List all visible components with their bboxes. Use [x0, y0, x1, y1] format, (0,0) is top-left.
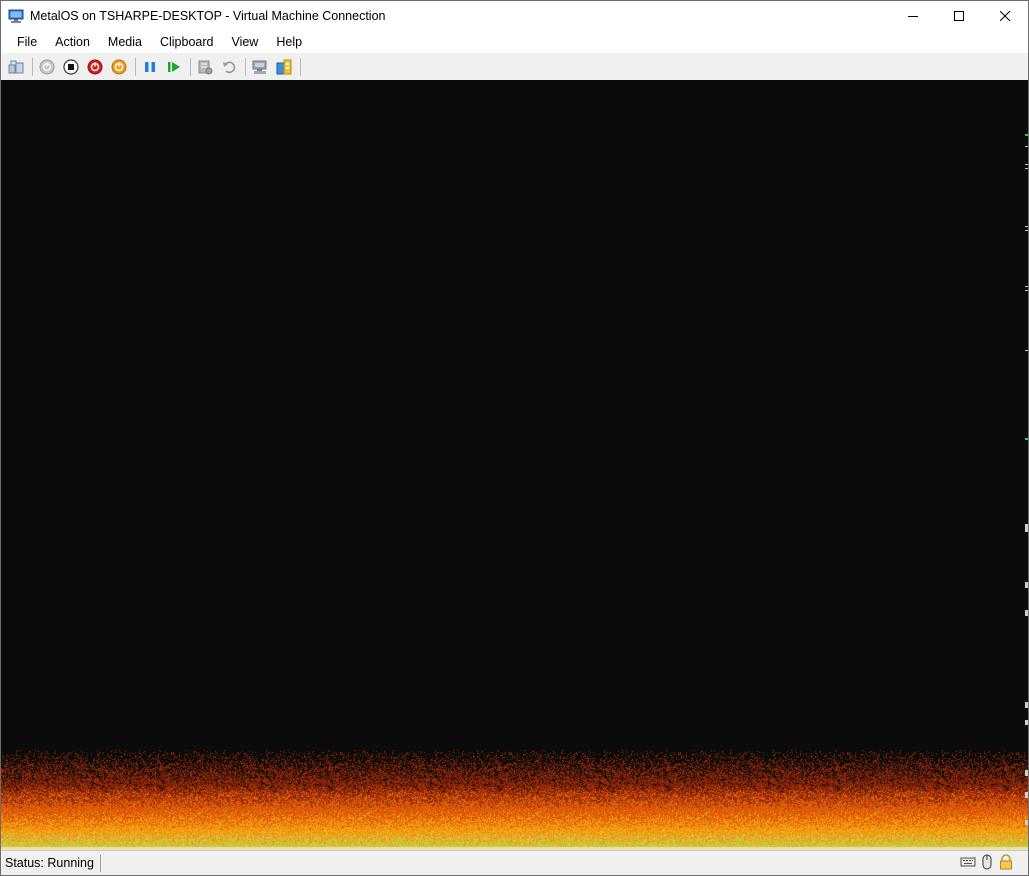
menu-view[interactable]: View: [222, 32, 267, 52]
ctrl-alt-del-icon: [8, 60, 24, 73]
revert-button[interactable]: [218, 56, 240, 78]
toolbar-separator: [190, 57, 191, 76]
resume-icon: [168, 61, 180, 72]
minimize-button[interactable]: [890, 1, 936, 31]
turn-off-button[interactable]: [60, 56, 82, 78]
title-bar[interactable]: MetalOS on TSHARPE-DESKTOP - Virtual Mac…: [1, 1, 1028, 31]
start-button[interactable]: [36, 56, 58, 78]
ctrl-alt-del-button[interactable]: [5, 56, 27, 78]
checkpoint-icon: [198, 60, 213, 74]
shut-down-button[interactable]: [84, 56, 106, 78]
save-icon: [111, 59, 127, 74]
share-icon: [276, 59, 292, 74]
start-icon: [39, 59, 55, 74]
save-button[interactable]: [108, 56, 130, 78]
pause-icon: [145, 61, 155, 72]
share-button[interactable]: [273, 56, 295, 78]
menu-action[interactable]: Action: [46, 32, 99, 52]
window-title: MetalOS on TSHARPE-DESKTOP - Virtual Mac…: [30, 9, 386, 23]
turn-off-icon: [63, 58, 79, 75]
menu-file[interactable]: File: [8, 32, 46, 52]
toolbar-separator: [245, 57, 246, 76]
revert-icon: [223, 61, 236, 73]
resume-button[interactable]: [163, 56, 185, 78]
menu-bar: File Action Media Clipboard View Help: [1, 31, 1028, 53]
status-bar: Status: Running: [1, 850, 1028, 875]
enhanced-session-button[interactable]: [249, 56, 271, 78]
toolbar-separator: [32, 57, 33, 76]
menu-help[interactable]: Help: [267, 32, 311, 52]
lock-icon: [998, 854, 1014, 870]
shut-down-icon: [87, 59, 103, 74]
close-icon: [1000, 11, 1010, 21]
toolbar-separator: [135, 57, 136, 76]
enhanced-session-icon: [252, 60, 267, 74]
close-button[interactable]: [982, 1, 1028, 31]
vm-connection-app-icon: [8, 8, 24, 24]
pause-button[interactable]: [139, 56, 161, 78]
toolbar: [1, 53, 1028, 80]
toolbar-separator: [300, 57, 301, 76]
menu-clipboard[interactable]: Clipboard: [151, 32, 223, 52]
menu-media[interactable]: Media: [99, 32, 151, 52]
maximize-button[interactable]: [936, 1, 982, 31]
vm-display[interactable]: [1, 80, 1028, 850]
fire-animation: [1, 80, 1028, 850]
vm-status-text: Status: Running: [1, 854, 101, 872]
keyboard-icon: [960, 854, 976, 870]
minimize-icon: [908, 16, 918, 17]
display-edge-artifacts: [1025, 134, 1028, 825]
vm-connection-window: MetalOS on TSHARPE-DESKTOP - Virtual Mac…: [0, 0, 1029, 876]
mouse-icon: [979, 854, 995, 870]
maximize-icon: [954, 11, 964, 21]
checkpoint-button[interactable]: [194, 56, 216, 78]
